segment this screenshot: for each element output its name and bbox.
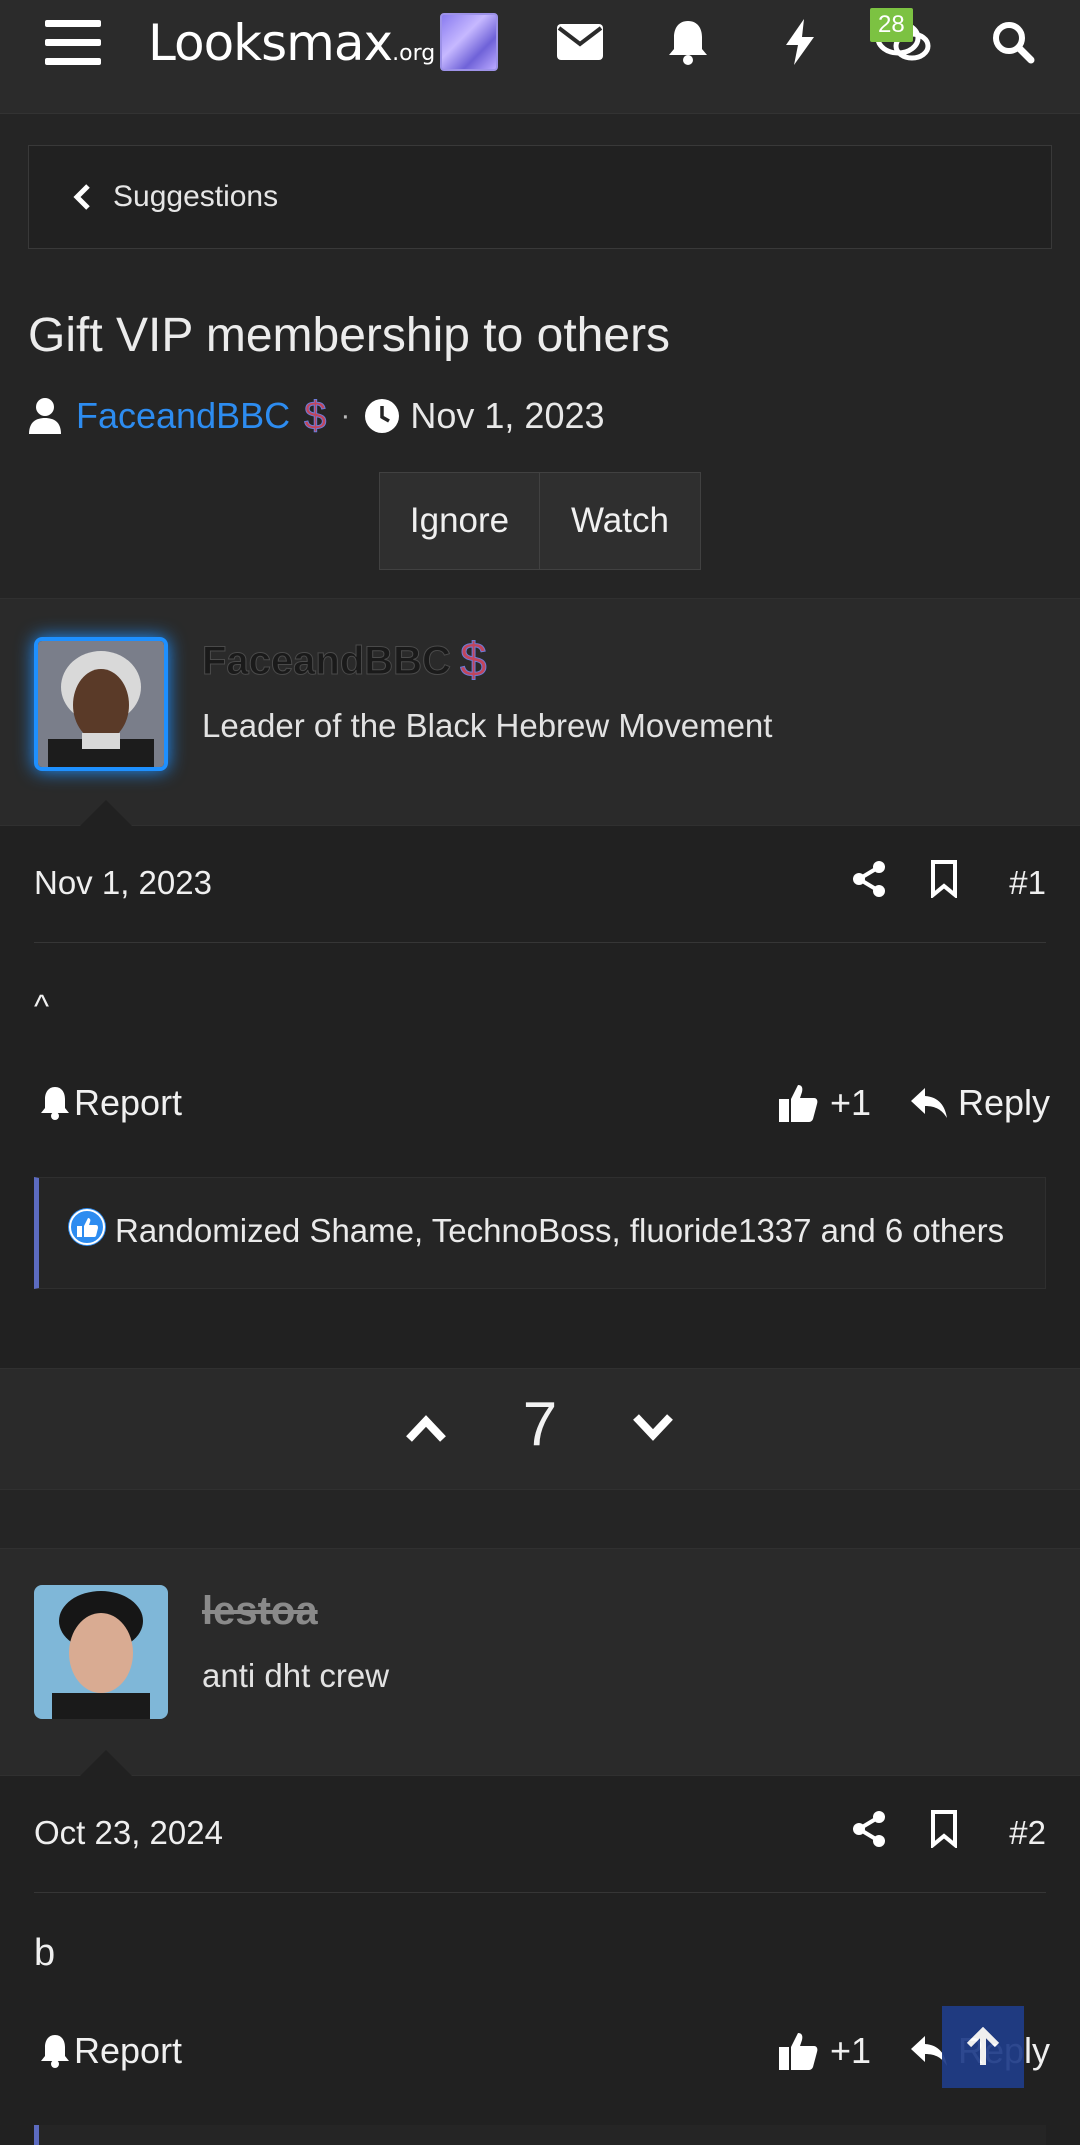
post-user-title: anti dht crew [202,1657,390,1694]
post-pointer [80,1750,132,1776]
bookmark-icon[interactable] [930,1810,958,1853]
reactions-bar[interactable]: Randomized Shame, TechnoBoss, fluoride13… [34,1177,1046,1289]
watch-button[interactable]: Watch [540,472,701,570]
share-icon[interactable] [852,860,886,903]
vote-count: 7 [522,1390,558,1459]
post-1-user-header: FaceandBBC $ Leader of the Black Hebrew … [0,598,1080,826]
meta-separator: · [340,399,351,432]
post-content: ^ [34,988,50,1024]
user-icon [28,397,62,435]
post-date[interactable]: Nov 1, 2023 [34,864,212,902]
post-pointer [80,800,132,826]
reply-icon [910,1086,948,1120]
report-button[interactable]: Report [40,1082,182,1124]
downvote-chevron-down-icon[interactable] [632,1413,674,1448]
like-button[interactable]: +1 [778,1082,871,1124]
reactions-text: Randomized Shame, TechnoBoss, fluoride13… [115,1212,1005,1249]
post-divider [34,942,1046,943]
like-count: +1 [830,2030,872,2071]
post-content: b [34,1932,56,1974]
post-2-user-header: lestoa anti dht crew [0,1548,1080,1776]
thread-meta: FaceandBBC $ · Nov 1, 2023 [28,390,605,442]
menu-icon[interactable] [40,0,106,84]
bell-icon[interactable] [665,0,711,84]
reply-label: Reply [958,1082,1051,1123]
post-username[interactable]: FaceandBBC [202,639,452,684]
post-user-title: Leader of the Black Hebrew Movement [202,707,773,744]
scroll-to-top-button[interactable] [942,2006,1024,2088]
envelope-icon[interactable] [556,0,604,84]
thumbs-up-icon [778,1083,818,1123]
post-number[interactable]: #2 [1009,1814,1046,1852]
post-divider [34,1892,1046,1893]
report-label: Report [74,2030,183,2071]
logo-suffix: .org [392,41,436,66]
post-number[interactable]: #1 [1009,864,1046,902]
report-button[interactable]: Report [40,2030,182,2072]
avatar[interactable] [34,1585,168,1719]
thread-title: Gift VIP membership to others [28,309,671,362]
vote-bar: 7 [0,1368,1080,1490]
post-date[interactable]: Oct 23, 2024 [34,1814,223,1852]
breadcrumb-label: Suggestions [113,180,279,213]
chevron-left-icon [73,183,91,211]
top-navigation-bar: Looksmax.org 28 [0,0,1080,114]
dollar-badge-icon: $ [460,634,488,688]
post-gap [0,1490,1080,1548]
alerts-count-badge: 28 [870,8,913,42]
like-reaction-icon [67,1207,107,1260]
thread-actions: Ignore Watch [379,472,701,570]
breadcrumb[interactable]: Suggestions [28,145,1052,249]
bookmark-icon[interactable] [930,860,958,903]
bolt-icon[interactable] [780,0,820,84]
like-button[interactable]: +1 [778,2030,871,2072]
reactions-bar-partial [34,2125,1046,2145]
post-username[interactable]: lestoa [202,1589,318,1634]
clock-icon [364,398,400,434]
like-count: +1 [830,1082,872,1123]
bell-icon [40,1086,70,1120]
arrow-up-icon [965,2027,1001,2067]
thread-author-link[interactable]: FaceandBBC [76,395,290,437]
reply-button[interactable]: Reply [910,1082,1050,1124]
thumbs-up-icon [778,2031,818,2071]
avatar[interactable] [34,637,168,771]
thread-date: Nov 1, 2023 [410,395,605,436]
bell-icon [40,2034,70,2068]
post-1: Nov 1, 2023 #1 ^ Report +1 Reply Randomi… [0,800,1080,1368]
ignore-button[interactable]: Ignore [379,472,540,570]
dollar-badge-icon: $ [304,393,327,438]
user-avatar-thumbnail[interactable] [440,0,498,84]
logo-text: Looksmax [148,14,393,72]
search-icon[interactable] [990,0,1036,84]
report-label: Report [74,1082,183,1123]
share-icon[interactable] [852,1810,886,1853]
post-2: Oct 23, 2024 #2 b Report +1 Reply [0,1750,1080,2145]
site-logo[interactable]: Looksmax.org [148,14,435,72]
